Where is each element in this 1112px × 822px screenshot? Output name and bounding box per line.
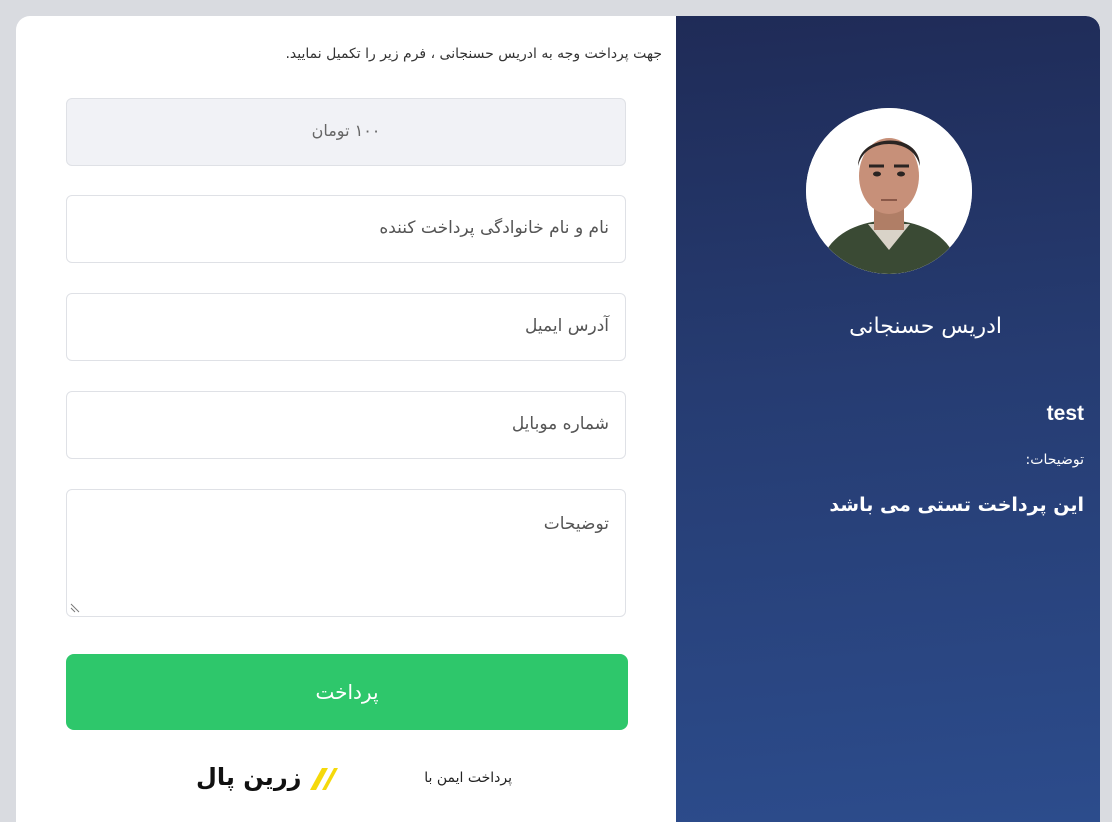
form-intro-text: جهت پرداخت وجه به ادریس حسنجانی ، فرم زی… bbox=[285, 46, 662, 62]
secure-payment-footer: پرداخت ایمن با زرین پال bbox=[196, 762, 516, 798]
payment-form: جهت پرداخت وجه به ادریس حسنجانی ، فرم زی… bbox=[16, 16, 676, 822]
mobile-placeholder: شماره موبایل bbox=[511, 414, 609, 434]
secure-payment-text: پرداخت ایمن با bbox=[424, 770, 512, 786]
description-label: توضیحات: bbox=[1025, 452, 1084, 468]
email-placeholder: آدرس ایمیل bbox=[525, 316, 609, 336]
amount-field: ۱۰۰ تومان bbox=[66, 98, 626, 166]
email-input[interactable]: آدرس ایمیل bbox=[66, 293, 626, 361]
payment-card: جهت پرداخت وجه به ادریس حسنجانی ، فرم زی… bbox=[16, 16, 1100, 822]
description-text: این پرداخت تستی می باشد bbox=[829, 494, 1084, 516]
user-photo bbox=[806, 108, 972, 274]
description-textarea[interactable]: توضیحات bbox=[66, 489, 626, 617]
profile-panel: ادریس حسنجانی test توضیحات: این پرداخت ت… bbox=[676, 16, 1100, 822]
product-title: test bbox=[1046, 402, 1084, 425]
description-placeholder: توضیحات bbox=[543, 514, 609, 534]
pay-button[interactable]: پرداخت bbox=[66, 654, 628, 730]
mobile-input[interactable]: شماره موبایل bbox=[66, 391, 626, 459]
profile-name: ادریس حسنجانی bbox=[849, 314, 1002, 339]
fullname-input[interactable]: نام و نام خانوادگی پرداخت کننده bbox=[66, 195, 626, 263]
resize-grip-icon[interactable] bbox=[70, 603, 80, 613]
fullname-placeholder: نام و نام خانوادگی پرداخت کننده bbox=[379, 218, 609, 238]
zarinpal-logo-icon bbox=[310, 768, 338, 790]
zarinpal-brand-name: زرین پال bbox=[196, 763, 302, 791]
avatar bbox=[806, 108, 972, 274]
amount-value: ۱۰۰ تومان bbox=[311, 121, 381, 140]
